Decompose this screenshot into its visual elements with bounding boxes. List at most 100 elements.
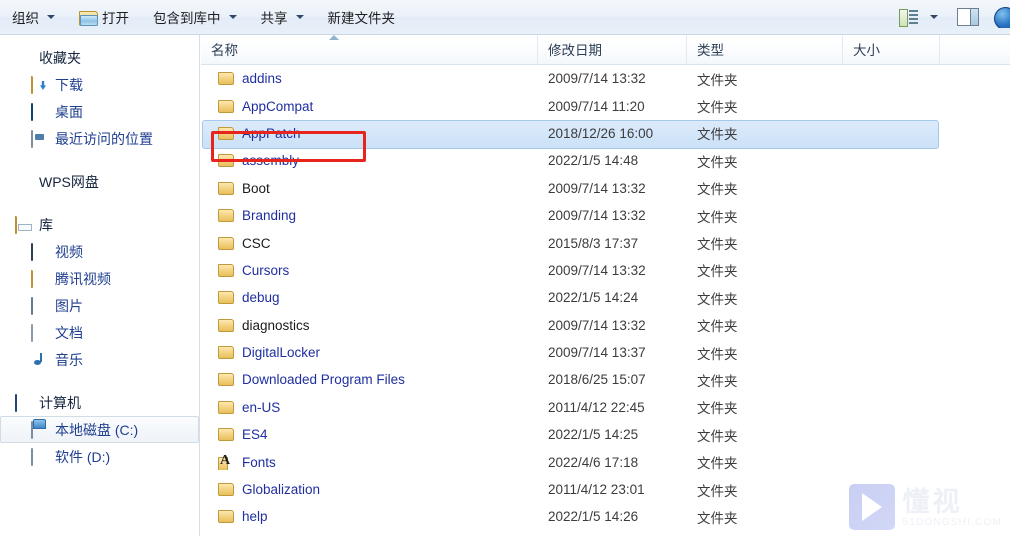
- organize-button[interactable]: 组织: [2, 4, 65, 30]
- include-in-library-label: 包含到库中: [153, 11, 221, 26]
- sidebar-label: 收藏夹: [39, 49, 81, 66]
- sidebar-item-tencent-video[interactable]: 腾讯视频: [0, 265, 199, 292]
- file-name-cell: Branding: [201, 208, 538, 223]
- sidebar-item-documents[interactable]: 文档: [0, 319, 199, 346]
- table-row[interactable]: diagnostics 2009/7/14 13:32 文件夹: [201, 312, 1010, 339]
- table-row[interactable]: debug 2022/1/5 14:24 文件夹: [201, 284, 1010, 311]
- open-button[interactable]: 打开: [69, 4, 139, 30]
- file-name-cell: Fonts: [201, 455, 538, 470]
- table-row[interactable]: Boot 2009/7/14 13:32 文件夹: [201, 175, 1010, 202]
- sidebar-item-favorites[interactable]: 收藏夹: [0, 44, 199, 71]
- table-row[interactable]: en-US 2011/4/12 22:45 文件夹: [201, 394, 1010, 421]
- sidebar-item-pictures[interactable]: 图片: [0, 292, 199, 319]
- file-name-cell: ES4: [201, 427, 538, 442]
- file-type-cell: 文件夹: [697, 127, 738, 143]
- folder-icon: [218, 318, 234, 332]
- file-name-label: Branding: [242, 208, 297, 224]
- table-row[interactable]: ES4 2022/1/5 14:25 文件夹: [201, 421, 1010, 448]
- file-type-cell: 文件夹: [697, 237, 738, 253]
- table-row[interactable]: Cursors 2009/7/14 13:32 文件夹: [201, 257, 1010, 284]
- view-list-icon: [899, 9, 918, 27]
- file-name-cell: Cursors: [201, 263, 538, 278]
- column-header-size-label: 大小: [853, 43, 880, 58]
- pictures-icon: [31, 297, 48, 315]
- new-folder-button[interactable]: 新建文件夹: [318, 4, 406, 30]
- column-header-date-modified[interactable]: 修改日期: [538, 35, 687, 64]
- folder-icon: [218, 72, 234, 86]
- column-header-type[interactable]: 类型: [687, 35, 843, 64]
- preview-pane-icon: [957, 8, 979, 26]
- sidebar-item-computer[interactable]: 计算机: [0, 389, 199, 416]
- file-type-cell: 文件夹: [697, 291, 738, 307]
- file-type-cell: 文件夹: [697, 373, 738, 389]
- file-type-cell: 文件夹: [697, 209, 738, 225]
- folder-icon: [218, 154, 234, 168]
- sidebar-item-wps-cloud[interactable]: WPS网盘: [0, 168, 199, 195]
- share-label: 共享: [260, 11, 288, 26]
- table-row[interactable]: AppPatch 2018/12/26 16:00 文件夹: [201, 119, 1010, 150]
- table-row[interactable]: Globalization 2011/4/12 23:01 文件夹: [201, 476, 1010, 503]
- file-name-label: Fonts: [242, 454, 276, 470]
- sidebar-item-downloads[interactable]: 下载: [0, 71, 199, 98]
- view-mode-button[interactable]: [892, 4, 945, 30]
- table-row[interactable]: assembly 2022/1/5 14:48 文件夹: [201, 147, 1010, 174]
- table-row[interactable]: Fonts 2022/4/6 17:18 文件夹: [201, 448, 1010, 475]
- file-date-cell: 2009/7/14 13:32: [548, 317, 646, 333]
- file-name-label: Downloaded Program Files: [242, 372, 405, 388]
- hard-disk-d-icon: [31, 448, 48, 466]
- file-name-cell: diagnostics: [201, 318, 538, 333]
- sidebar-item-music[interactable]: 音乐: [0, 346, 199, 373]
- file-date-cell: 2009/7/14 13:32: [548, 180, 646, 196]
- sidebar-item-videos[interactable]: 视频: [0, 238, 199, 265]
- file-name-cell: debug: [201, 290, 538, 305]
- file-type-cell: 文件夹: [697, 154, 738, 170]
- sidebar-item-libraries[interactable]: 库: [0, 211, 199, 238]
- sidebar-label: 库: [39, 216, 53, 233]
- music-icon: [31, 352, 48, 367]
- folder-icon: [218, 346, 234, 360]
- file-name-label: diagnostics: [242, 317, 310, 333]
- file-type-cell: 文件夹: [697, 346, 738, 362]
- column-header-name[interactable]: 名称: [201, 35, 538, 64]
- help-button[interactable]: [991, 4, 1010, 30]
- sidebar-item-recent-places[interactable]: 最近访问的位置: [0, 125, 199, 152]
- chevron-down-icon: [930, 15, 938, 19]
- desktop-icon: [31, 103, 48, 121]
- include-in-library-button[interactable]: 包含到库中: [143, 4, 247, 30]
- table-row[interactable]: AppCompat 2009/7/14 11:20 文件夹: [201, 92, 1010, 119]
- file-date-cell: 2015/8/3 17:37: [548, 235, 639, 251]
- file-date-cell: 2022/4/6 17:18: [548, 454, 639, 470]
- table-row[interactable]: Downloaded Program Files 2018/6/25 15:07 文…: [201, 366, 1010, 393]
- file-name-label: debug: [242, 290, 280, 306]
- column-header-size[interactable]: 大小: [843, 35, 940, 64]
- table-row[interactable]: DigitalLocker 2009/7/14 13:37 文件夹: [201, 339, 1010, 366]
- preview-pane-button[interactable]: [949, 4, 987, 30]
- sidebar-item-software-d[interactable]: 软件 (D:): [0, 443, 199, 470]
- folder-icon: [218, 510, 234, 524]
- file-date-cell: 2009/7/14 11:20: [548, 98, 645, 114]
- file-name-cell: Boot: [201, 181, 538, 196]
- file-name-label: Globalization: [242, 482, 321, 498]
- file-type-cell: 文件夹: [697, 182, 738, 198]
- table-row[interactable]: help 2022/1/5 14:26 文件夹: [201, 503, 1010, 530]
- folder-icon: [218, 291, 234, 305]
- table-row[interactable]: CSC 2015/8/3 17:37 文件夹: [201, 229, 1010, 256]
- share-button[interactable]: 共享: [251, 4, 314, 30]
- sidebar-label: 软件 (D:): [55, 448, 111, 465]
- new-folder-label: 新建文件夹: [327, 11, 396, 26]
- file-name-label: DigitalLocker: [242, 345, 321, 361]
- sidebar-item-local-disk-c[interactable]: 本地磁盘 (C:): [0, 416, 199, 443]
- file-date-cell: 2018/6/25 15:07: [548, 372, 646, 388]
- file-name-label: AppCompat: [242, 98, 314, 114]
- folder-icon: [218, 181, 234, 195]
- chevron-down-icon: [47, 15, 55, 19]
- table-row[interactable]: Branding 2009/7/14 13:32 文件夹: [201, 202, 1010, 229]
- table-row[interactable]: addins 2009/7/14 13:32 文件夹: [201, 65, 1010, 92]
- file-date-cell: 2009/7/14 13:32: [548, 71, 646, 87]
- file-name-cell: assembly: [201, 153, 538, 168]
- sidebar-item-desktop[interactable]: 桌面: [0, 98, 199, 125]
- navigation-pane[interactable]: 收藏夹 下载 桌面 最近访问的位置 WPS网盘 库 视频 腾讯视频 图片 文档 …: [0, 35, 200, 536]
- video-icon: [31, 243, 48, 261]
- file-name-cell: AppCompat: [201, 99, 538, 114]
